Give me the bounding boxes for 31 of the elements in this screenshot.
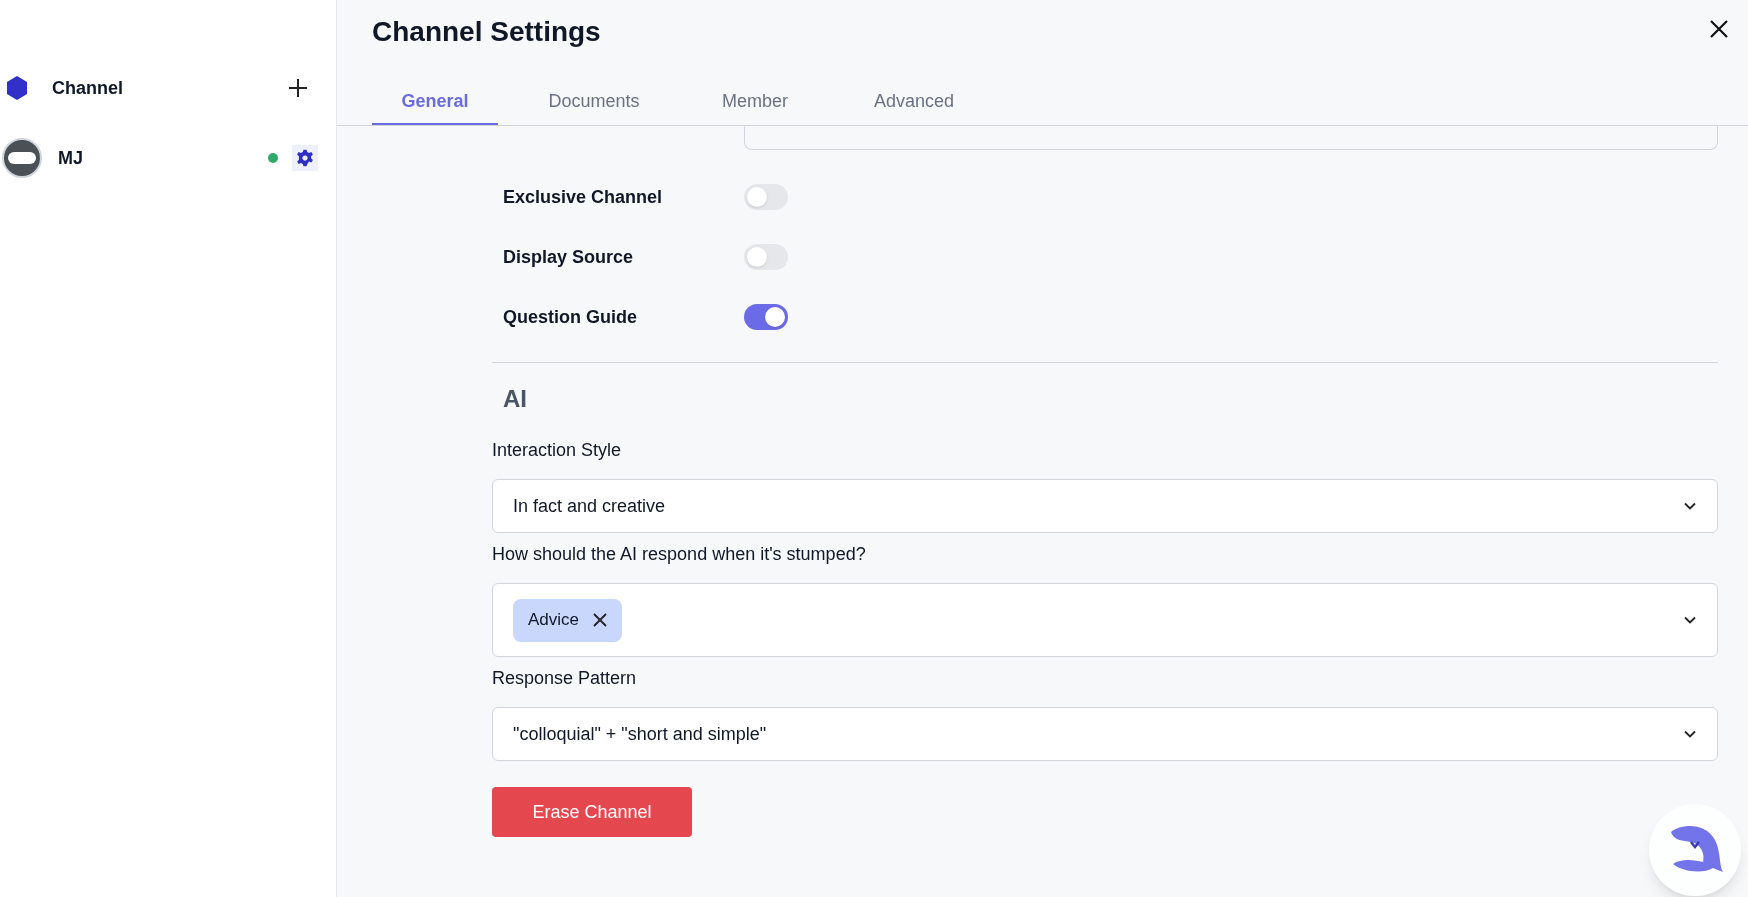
toggle-label: Question Guide — [503, 305, 638, 329]
tab[interactable]: Member — [690, 79, 820, 125]
remove-icon[interactable] — [593, 613, 608, 627]
field-label: Interaction Style — [492, 438, 623, 462]
settings-button[interactable] — [292, 145, 318, 171]
multi-select-field[interactable]: Advice — [492, 583, 1718, 657]
toggle-switch[interactable] — [744, 184, 788, 210]
toggle-switch[interactable] — [744, 244, 788, 270]
field-label: How should the AI respond when it's stumped? — [492, 542, 867, 566]
select-field[interactable]: In fact and creative — [492, 479, 1718, 533]
tab[interactable]: General — [372, 79, 498, 125]
hexagon-icon — [6, 76, 28, 100]
toggle-label: Exclusive Channel — [503, 185, 664, 209]
erase-channel-button[interactable]: Erase Channel — [492, 787, 692, 837]
add-icon[interactable] — [288, 78, 308, 98]
section-heading: AI — [503, 384, 528, 414]
select-field[interactable]: "colloquial" + "short and simple" — [492, 707, 1718, 761]
select-value: "colloquial" + "short and simple" — [513, 722, 767, 746]
dialog-title: Channel Settings — [372, 15, 601, 49]
field-label: Response Pattern — [492, 666, 638, 690]
close-icon — [1709, 19, 1729, 39]
tab[interactable]: Documents — [498, 79, 690, 125]
select-value: In fact and creative — [513, 494, 666, 518]
toggle-label: Display Source — [503, 245, 635, 269]
tag-label: Advice — [528, 609, 580, 632]
text-area-field[interactable] — [744, 126, 1718, 150]
channel-name[interactable]: MJ — [58, 144, 83, 172]
toggle-switch[interactable] — [744, 304, 788, 330]
tab[interactable]: Advanced — [820, 79, 1008, 125]
settings-icon — [296, 149, 314, 167]
sidebar-heading: Channel — [52, 76, 123, 100]
